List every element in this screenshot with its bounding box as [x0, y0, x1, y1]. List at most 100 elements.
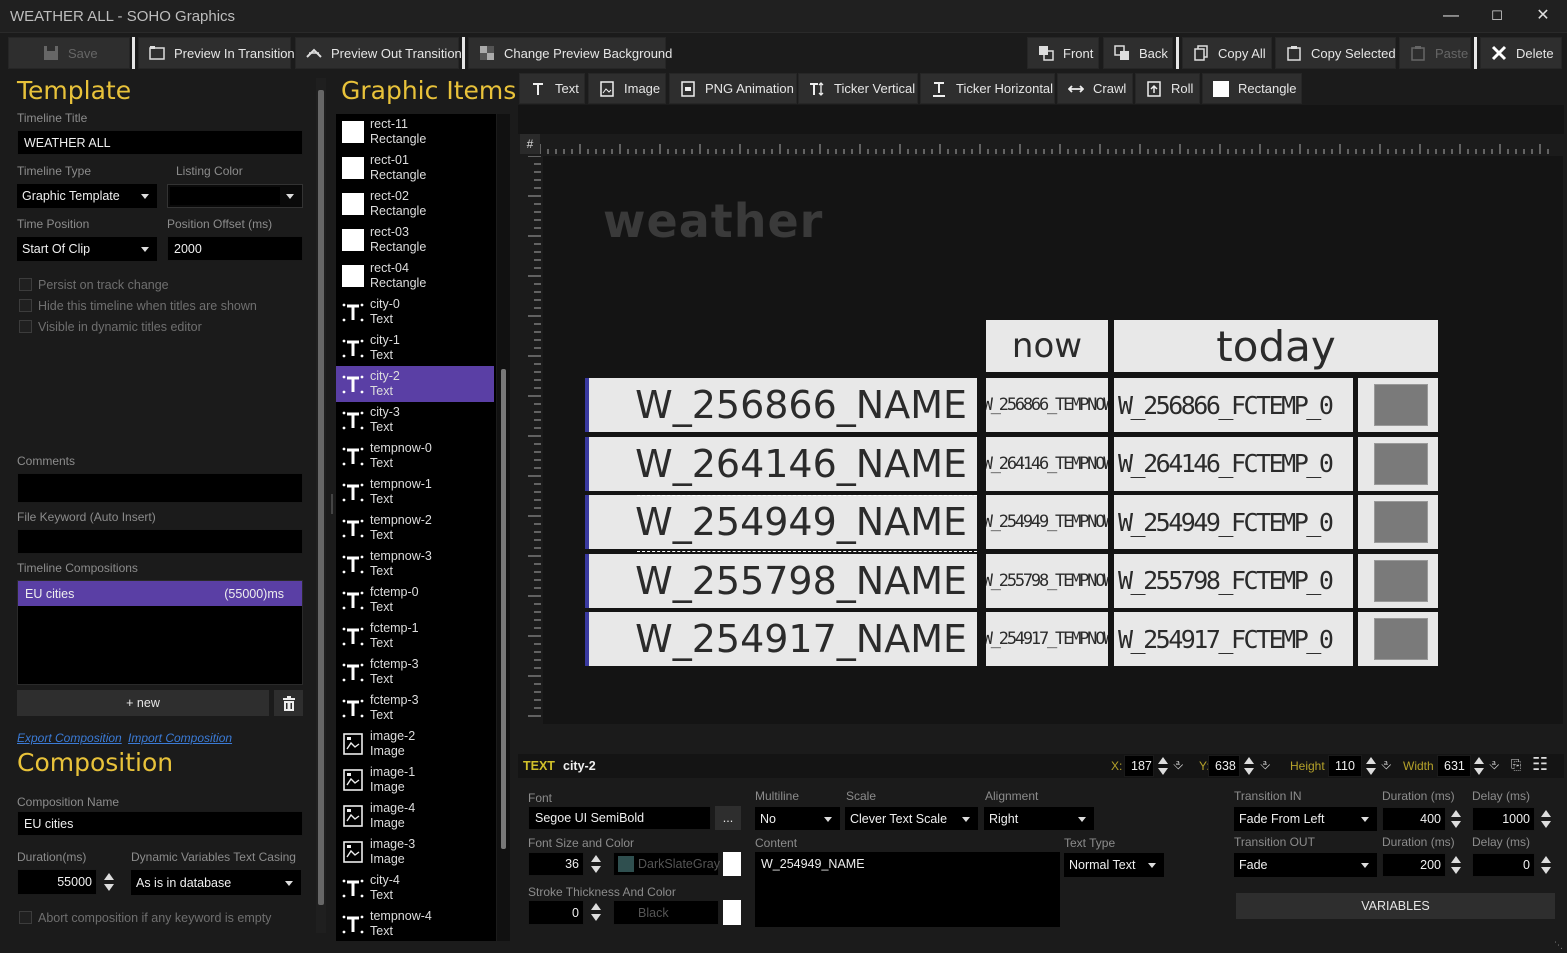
weather-image-placeholder[interactable] — [1374, 501, 1428, 543]
tempnow-cell[interactable]: W_255798_TEMPNOW — [986, 553, 1108, 608]
tempnow-cell[interactable]: W_254917_TEMPNOW — [986, 612, 1108, 666]
casing-select[interactable]: As is in database — [131, 870, 301, 895]
items-scrollbar[interactable] — [497, 114, 510, 941]
duration-in-stepper[interactable] — [1450, 808, 1461, 830]
city-name-cell[interactable]: W_255798_NAME — [589, 553, 977, 608]
add-image-button[interactable]: Image — [588, 73, 666, 104]
graphic-item[interactable]: city-0 Text — [336, 294, 494, 330]
weather-image-placeholder[interactable] — [1374, 442, 1428, 485]
position-offset-input[interactable]: 2000 — [167, 236, 303, 261]
transition-in-select[interactable]: Fade From Left — [1234, 807, 1377, 831]
graphic-item[interactable]: rect-11 Rectangle — [336, 114, 494, 150]
time-position-select[interactable]: Start Of Clip — [17, 237, 157, 261]
composition-row[interactable]: EU cities (55000)ms — [18, 581, 302, 606]
delay-out-stepper[interactable] — [1540, 854, 1551, 876]
weather-image-placeholder[interactable] — [1374, 384, 1428, 426]
fctemp-cell[interactable]: W_254917_FCTEMP_0 — [1114, 612, 1353, 666]
panel-splitter[interactable] — [331, 494, 333, 514]
visible-dynamic-checkbox[interactable] — [19, 320, 32, 333]
font-color-picker[interactable] — [723, 852, 741, 876]
stroke-color-input[interactable]: Black — [613, 900, 719, 925]
graphic-item[interactable]: image-2 Image — [336, 726, 494, 762]
import-composition-link[interactable]: Import Composition — [128, 731, 232, 745]
graphic-item[interactable]: city-1 Text — [336, 330, 494, 366]
tempnow-cell[interactable]: W_264146_TEMPNOW — [986, 436, 1108, 491]
add-png-animation-button[interactable]: PNG Animation — [669, 73, 797, 104]
city-name-cell[interactable]: W_254917_NAME — [589, 612, 977, 666]
listing-color-select[interactable] — [167, 184, 303, 208]
graphic-item[interactable]: rect-01 Rectangle — [336, 150, 494, 186]
left-scrollbar-thumb[interactable] — [318, 90, 324, 905]
city-name-cell[interactable]: W_256866_NAME — [589, 378, 977, 432]
close-icon[interactable]: ✕ — [1533, 6, 1553, 26]
font-picker-button[interactable]: ... — [715, 806, 741, 830]
height-stepper[interactable] — [1365, 755, 1376, 777]
lock-width-icon[interactable]: ⎀ — [1489, 757, 1499, 773]
add-text-button[interactable]: Text — [519, 73, 585, 104]
new-composition-button[interactable]: + new — [17, 690, 269, 716]
graphic-item[interactable]: tempnow-2 Text — [336, 510, 494, 546]
graphic-item[interactable]: fctemp-3 Text — [336, 654, 494, 690]
graphic-item[interactable]: city-4 Text — [336, 870, 494, 906]
duration-stepper[interactable] — [103, 871, 114, 893]
duration-out-input[interactable]: 200 — [1382, 853, 1446, 877]
paste-size-icon[interactable]: ☷ — [1532, 754, 1548, 775]
stroke-thickness-input[interactable]: 0 — [528, 900, 584, 925]
duration-in-input[interactable]: 400 — [1382, 807, 1446, 831]
graphic-item[interactable]: tempnow-4 Text — [336, 906, 494, 941]
y-stepper[interactable] — [1243, 755, 1254, 777]
export-composition-link[interactable]: Export Composition — [17, 731, 122, 745]
graphic-item[interactable]: image-1 Image — [336, 762, 494, 798]
file-keyword-input[interactable] — [17, 529, 303, 554]
font-input[interactable]: Segoe UI SemiBold — [528, 806, 711, 830]
add-crawl-button[interactable]: Crawl — [1057, 73, 1133, 104]
city-name-cell[interactable]: W_254949_NAME — [589, 495, 977, 549]
font-size-input[interactable]: 36 — [528, 852, 584, 876]
stroke-color-picker[interactable] — [723, 900, 741, 925]
front-button[interactable]: Front — [1027, 37, 1099, 69]
y-input[interactable]: 638 — [1208, 755, 1240, 777]
variables-button[interactable]: VARIABLES — [1236, 893, 1555, 919]
delay-in-input[interactable]: 1000 — [1472, 807, 1535, 831]
fctemp-cell[interactable]: W_264146_FCTEMP_0 — [1114, 436, 1353, 491]
graphic-item[interactable]: tempnow-1 Text — [336, 474, 494, 510]
left-scrollbar[interactable] — [316, 78, 326, 933]
timeline-title-input[interactable]: WEATHER ALL — [17, 130, 303, 155]
city-name-cell[interactable]: W_264146_NAME — [589, 436, 977, 491]
weather-image-placeholder[interactable] — [1374, 559, 1428, 602]
width-input[interactable]: 631 — [1437, 755, 1471, 777]
multiline-select[interactable]: No — [755, 807, 840, 830]
graphic-item[interactable]: image-3 Image — [336, 834, 494, 870]
composition-name-input[interactable]: EU cities — [17, 811, 303, 836]
graphic-item[interactable]: image-4 Image — [336, 798, 494, 834]
graphic-item[interactable]: tempnow-0 Text — [336, 438, 494, 474]
graphic-item[interactable]: fctemp-3 Text — [336, 690, 494, 726]
add-ticker-horizontal-button[interactable]: Ticker Horizontal — [920, 73, 1055, 104]
items-scrollbar-thumb[interactable] — [501, 369, 506, 849]
lock-height-icon[interactable]: ⎀ — [1381, 757, 1391, 773]
save-button[interactable]: Save — [8, 37, 130, 69]
graphic-item[interactable]: fctemp-0 Text — [336, 582, 494, 618]
persist-checkbox[interactable] — [19, 278, 32, 291]
back-button[interactable]: Back — [1103, 37, 1173, 69]
change-background-button[interactable]: Change Preview Background — [468, 37, 672, 69]
tempnow-cell[interactable]: W_256866_TEMPNOW — [986, 378, 1108, 432]
preview-out-button[interactable]: Preview Out Transition — [295, 37, 462, 69]
font-size-stepper[interactable] — [590, 853, 601, 875]
duration-input[interactable]: 55000 — [17, 869, 97, 895]
delete-button[interactable]: Delete — [1480, 37, 1562, 69]
text-type-select[interactable]: Normal Text — [1064, 853, 1164, 877]
weather-image-placeholder[interactable] — [1374, 618, 1428, 660]
graphic-item[interactable]: city-2 Text — [336, 366, 494, 402]
timeline-type-select[interactable]: Graphic Template — [17, 184, 157, 208]
delay-out-input[interactable]: 0 — [1472, 853, 1535, 877]
width-stepper[interactable] — [1473, 755, 1484, 777]
copy-size-icon[interactable]: ⎘ — [1511, 757, 1521, 773]
delay-in-stepper[interactable] — [1540, 808, 1551, 830]
preview-canvas[interactable]: weather now today W_256866_NAME W_256866_… — [543, 156, 1563, 724]
resize-grip-icon[interactable]: ⋱ — [1554, 940, 1564, 950]
graphic-item[interactable]: rect-02 Rectangle — [336, 186, 494, 222]
preview-in-button[interactable]: Preview In Transition — [138, 37, 295, 69]
add-roll-button[interactable]: Roll — [1135, 73, 1200, 104]
abort-checkbox[interactable] — [19, 911, 32, 924]
